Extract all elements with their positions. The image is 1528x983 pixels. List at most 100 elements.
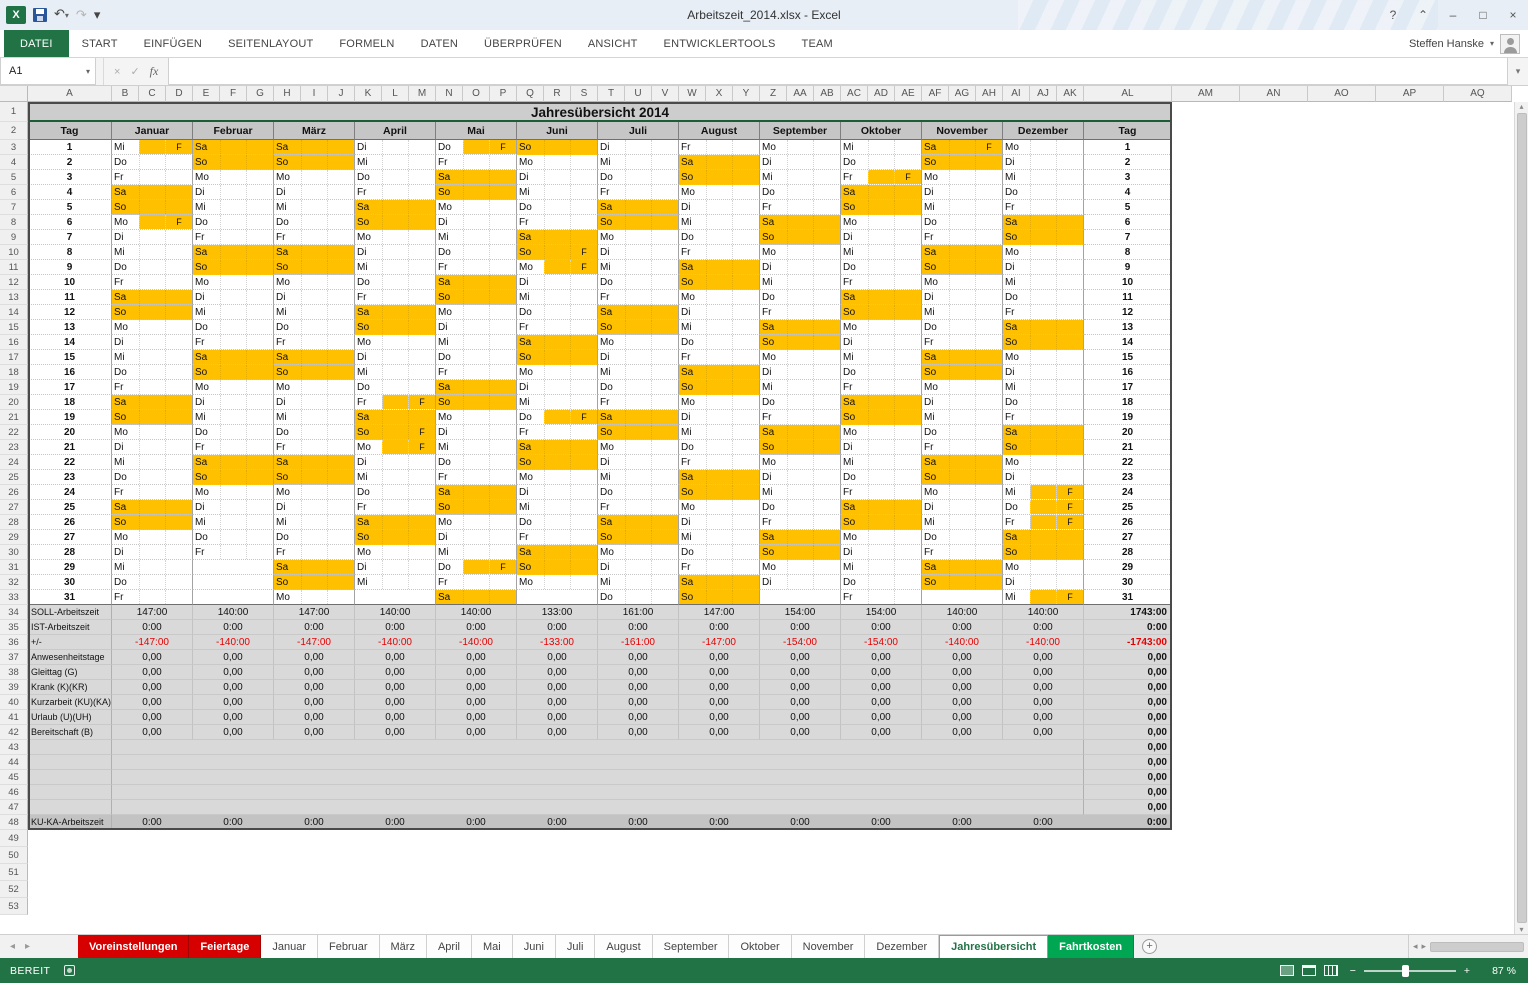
day-cell[interactable]: Do <box>436 350 517 365</box>
day-cell[interactable]: Di <box>760 260 841 275</box>
day-cell[interactable]: Mi <box>355 260 436 275</box>
select-all-corner[interactable] <box>0 86 28 102</box>
summary-value[interactable]: 0,00 <box>193 665 274 680</box>
summary-value[interactable]: 0,00 <box>922 725 1003 740</box>
day-cell[interactable]: Mi <box>1003 275 1084 290</box>
summary-total[interactable]: -1743:00 <box>1084 635 1172 650</box>
day-number[interactable]: 6 <box>28 215 112 230</box>
day-cell[interactable]: Mi <box>193 200 274 215</box>
day-cell[interactable]: So <box>679 380 760 395</box>
ribbon-tab-start[interactable]: START <box>69 30 131 57</box>
day-number[interactable]: 20 <box>1084 425 1172 440</box>
day-cell[interactable]: Di <box>1003 155 1084 170</box>
day-cell[interactable]: Mi <box>598 260 679 275</box>
day-number[interactable]: 28 <box>28 545 112 560</box>
summary-label[interactable]: KU-KA-Arbeitszeit <box>28 815 112 830</box>
day-cell[interactable]: Di <box>922 185 1003 200</box>
summary-value[interactable]: 0,00 <box>760 710 841 725</box>
day-cell[interactable]: Di <box>598 350 679 365</box>
day-number[interactable]: 10 <box>1084 275 1172 290</box>
day-cell[interactable]: Mo <box>112 530 193 545</box>
summary-value[interactable]: 0,00 <box>1003 650 1084 665</box>
day-cell[interactable]: Do <box>679 335 760 350</box>
month-header-juni[interactable]: Juni <box>517 122 598 140</box>
summary-value[interactable]: 0,00 <box>841 665 922 680</box>
summary-spacer[interactable] <box>112 755 1084 770</box>
day-cell[interactable]: So <box>355 215 436 230</box>
day-cell[interactable]: Fr <box>598 185 679 200</box>
summary-value[interactable]: 0,00 <box>193 725 274 740</box>
day-cell[interactable]: Do <box>922 530 1003 545</box>
summary-value[interactable]: 0,00 <box>112 725 193 740</box>
day-number[interactable]: 30 <box>28 575 112 590</box>
day-cell[interactable]: Sa <box>760 530 841 545</box>
row-header-52[interactable]: 52 <box>0 881 28 898</box>
day-cell[interactable]: Di <box>193 185 274 200</box>
day-cell[interactable]: So <box>274 365 355 380</box>
day-cell[interactable]: Mo <box>355 230 436 245</box>
row-header-46[interactable]: 46 <box>0 785 28 800</box>
day-cell[interactable] <box>760 590 841 605</box>
day-cell[interactable]: Di <box>436 425 517 440</box>
day-cell[interactable]: Mo <box>274 380 355 395</box>
day-cell[interactable]: Di <box>679 305 760 320</box>
day-cell[interactable]: Mo <box>598 230 679 245</box>
row-header-14[interactable]: 14 <box>0 305 28 320</box>
day-cell[interactable]: Di <box>274 500 355 515</box>
day-cell[interactable]: So <box>760 440 841 455</box>
column-header-m[interactable]: M <box>409 86 436 102</box>
summary-spacer[interactable] <box>112 800 1084 815</box>
day-cell[interactable]: So <box>436 185 517 200</box>
column-header-b[interactable]: B <box>112 86 139 102</box>
day-cell[interactable]: So <box>841 200 922 215</box>
summary-value[interactable]: 140:00 <box>1003 605 1084 620</box>
summary-value[interactable]: -147:00 <box>274 635 355 650</box>
day-number[interactable]: 11 <box>1084 290 1172 305</box>
day-cell[interactable]: MoF <box>355 440 436 455</box>
day-cell[interactable]: So <box>517 455 598 470</box>
day-number[interactable]: 5 <box>28 200 112 215</box>
day-cell[interactable]: Mi <box>517 500 598 515</box>
summary-value[interactable]: 0:00 <box>355 620 436 635</box>
summary-value[interactable]: 0,00 <box>679 680 760 695</box>
day-number[interactable]: 11 <box>28 290 112 305</box>
row-header-10[interactable]: 10 <box>0 245 28 260</box>
row-header-21[interactable]: 21 <box>0 410 28 425</box>
day-cell[interactable]: Di <box>517 380 598 395</box>
day-cell[interactable]: Sa <box>841 185 922 200</box>
day-number[interactable]: 1 <box>28 140 112 155</box>
day-cell[interactable]: Sa <box>760 320 841 335</box>
day-cell[interactable]: So <box>436 500 517 515</box>
row-header-19[interactable]: 19 <box>0 380 28 395</box>
day-cell[interactable]: Mi <box>355 470 436 485</box>
column-header-ah[interactable]: AH <box>976 86 1003 102</box>
column-header-ao[interactable]: AO <box>1308 86 1376 102</box>
summary-label[interactable]: +/- <box>28 635 112 650</box>
day-cell[interactable]: Mi <box>1003 170 1084 185</box>
day-cell[interactable]: Do <box>112 365 193 380</box>
day-cell[interactable]: Do <box>193 425 274 440</box>
day-cell[interactable]: So <box>841 305 922 320</box>
undo-button[interactable]: ↶▾ <box>54 5 69 25</box>
day-cell[interactable]: Fr <box>1003 305 1084 320</box>
day-cell[interactable]: Fr <box>679 560 760 575</box>
day-cell[interactable]: Fr <box>193 440 274 455</box>
day-number[interactable]: 14 <box>1084 335 1172 350</box>
sheet-tab-fahrtkosten[interactable]: Fahrtkosten <box>1048 935 1134 958</box>
summary-value[interactable]: 0,00 <box>598 680 679 695</box>
column-header-ad[interactable]: AD <box>868 86 895 102</box>
day-cell[interactable]: Fr <box>517 530 598 545</box>
day-cell[interactable]: Mi <box>922 305 1003 320</box>
day-number[interactable]: 19 <box>28 410 112 425</box>
column-header-af[interactable]: AF <box>922 86 949 102</box>
row-header-32[interactable]: 32 <box>0 575 28 590</box>
day-cell[interactable]: Sa <box>1003 425 1084 440</box>
day-cell[interactable]: Mi <box>841 455 922 470</box>
summary-value[interactable]: 0,00 <box>841 680 922 695</box>
ribbon-display-options-button[interactable]: ⌃ <box>1408 0 1438 30</box>
day-cell[interactable]: Mo <box>922 380 1003 395</box>
summary-value[interactable]: 0,00 <box>760 725 841 740</box>
day-number[interactable]: 17 <box>1084 380 1172 395</box>
day-cell[interactable]: So <box>922 470 1003 485</box>
sheet-tab-april[interactable]: April <box>427 935 472 958</box>
